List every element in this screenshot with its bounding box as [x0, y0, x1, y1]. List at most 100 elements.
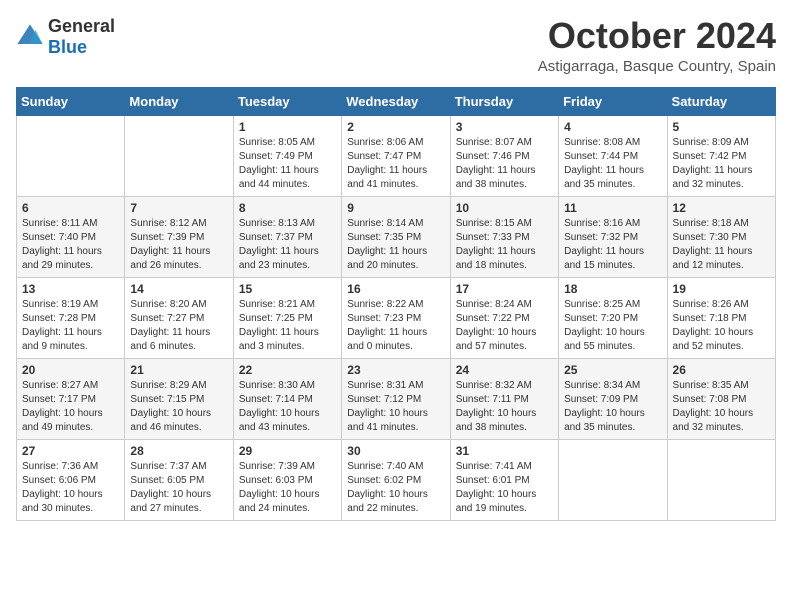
day-info: Sunrise: 8:13 AMSunset: 7:37 PMDaylight:… [239, 217, 336, 273]
day-number: 4 [564, 120, 661, 134]
page-title: October 2024 [538, 16, 776, 56]
calendar-cell: 8 Sunrise: 8:13 AMSunset: 7:37 PMDaylight… [233, 196, 341, 277]
logo-general: General [48, 16, 115, 36]
calendar-cell: 26 Sunrise: 8:35 AMSunset: 7:08 PMDayligh… [667, 358, 775, 439]
day-info: Sunrise: 7:40 AMSunset: 6:02 PMDaylight:… [347, 460, 444, 516]
day-info: Sunrise: 8:05 AMSunset: 7:49 PMDaylight:… [239, 136, 336, 192]
calendar-cell: 28 Sunrise: 7:37 AMSunset: 6:05 PMDayligh… [125, 439, 233, 520]
calendar-cell: 1 Sunrise: 8:05 AMSunset: 7:49 PMDaylight… [233, 115, 341, 196]
day-number: 16 [347, 282, 444, 296]
day-number: 10 [456, 201, 553, 215]
day-number: 12 [673, 201, 770, 215]
calendar-cell: 21Sunrise: 8:29 AMSunset: 7:15 PMDayligh… [125, 358, 233, 439]
calendar-table: SundayMondayTuesdayWednesdayThursdayFrid… [16, 87, 776, 521]
day-info: Sunrise: 8:21 AMSunset: 7:25 PMDaylight:… [239, 298, 336, 354]
day-number: 9 [347, 201, 444, 215]
day-info: Sunrise: 8:09 AMSunset: 7:42 PMDaylight:… [673, 136, 770, 192]
calendar-cell: 7Sunrise: 8:12 AMSunset: 7:39 PMDaylight… [125, 196, 233, 277]
day-info: Sunrise: 8:18 AMSunset: 7:30 PMDaylight:… [673, 217, 770, 273]
calendar-cell: 3 Sunrise: 8:07 AMSunset: 7:46 PMDaylight… [450, 115, 558, 196]
title-block: October 2024 Astigarraga, Basque Country… [538, 16, 776, 75]
day-info: Sunrise: 8:06 AMSunset: 7:47 PMDaylight:… [347, 136, 444, 192]
day-info: Sunrise: 8:08 AMSunset: 7:44 PMDaylight:… [564, 136, 661, 192]
calendar-cell: 29 Sunrise: 7:39 AMSunset: 6:03 PMDayligh… [233, 439, 341, 520]
logo-blue: Blue [48, 37, 87, 57]
logo-text: General Blue [48, 16, 115, 58]
day-number: 31 [456, 444, 553, 458]
day-number: 29 [239, 444, 336, 458]
logo: General Blue [16, 16, 115, 58]
day-info: Sunrise: 8:19 AMSunset: 7:28 PMDaylight:… [22, 298, 119, 354]
day-info: Sunrise: 8:20 AMSunset: 7:27 PMDaylight:… [130, 298, 227, 354]
calendar-week-row: 13 Sunrise: 8:19 AMSunset: 7:28 PMDayligh… [17, 277, 776, 358]
day-info: Sunrise: 8:32 AMSunset: 7:11 PMDaylight:… [456, 379, 553, 435]
day-number: 28 [130, 444, 227, 458]
day-number: 11 [564, 201, 661, 215]
calendar-cell: 22 Sunrise: 8:30 AMSunset: 7:14 PMDayligh… [233, 358, 341, 439]
calendar-cell: 24Sunrise: 8:32 AMSunset: 7:11 PMDayligh… [450, 358, 558, 439]
calendar-cell: 5 Sunrise: 8:09 AMSunset: 7:42 PMDaylight… [667, 115, 775, 196]
calendar-week-row: 1 Sunrise: 8:05 AMSunset: 7:49 PMDaylight… [17, 115, 776, 196]
calendar-cell [125, 115, 233, 196]
calendar-cell: 18Sunrise: 8:25 AMSunset: 7:20 PMDayligh… [559, 277, 667, 358]
calendar-cell: 11Sunrise: 8:16 AMSunset: 7:32 PMDayligh… [559, 196, 667, 277]
calendar-week-row: 27 Sunrise: 7:36 AMSunset: 6:06 PMDayligh… [17, 439, 776, 520]
calendar-cell: 23Sunrise: 8:31 AMSunset: 7:12 PMDayligh… [342, 358, 450, 439]
calendar-cell: 16Sunrise: 8:22 AMSunset: 7:23 PMDayligh… [342, 277, 450, 358]
day-info: Sunrise: 8:07 AMSunset: 7:46 PMDaylight:… [456, 136, 553, 192]
calendar-cell: 31 Sunrise: 7:41 AMSunset: 6:01 PMDayligh… [450, 439, 558, 520]
day-number: 6 [22, 201, 119, 215]
calendar-cell: 6 Sunrise: 8:11 AMSunset: 7:40 PMDaylight… [17, 196, 125, 277]
day-info: Sunrise: 7:39 AMSunset: 6:03 PMDaylight:… [239, 460, 336, 516]
day-number: 18 [564, 282, 661, 296]
day-number: 30 [347, 444, 444, 458]
day-info: Sunrise: 8:30 AMSunset: 7:14 PMDaylight:… [239, 379, 336, 435]
page-header: General Blue October 2024 Astigarraga, B… [16, 16, 776, 75]
day-number: 15 [239, 282, 336, 296]
calendar-cell: 15 Sunrise: 8:21 AMSunset: 7:25 PMDayligh… [233, 277, 341, 358]
calendar-day-header: Friday [559, 87, 667, 115]
day-info: Sunrise: 8:11 AMSunset: 7:40 PMDaylight:… [22, 217, 119, 273]
day-info: Sunrise: 8:35 AMSunset: 7:08 PMDaylight:… [673, 379, 770, 435]
day-number: 20 [22, 363, 119, 377]
calendar-cell: 14Sunrise: 8:20 AMSunset: 7:27 PMDayligh… [125, 277, 233, 358]
day-number: 1 [239, 120, 336, 134]
day-number: 27 [22, 444, 119, 458]
day-info: Sunrise: 8:14 AMSunset: 7:35 PMDaylight:… [347, 217, 444, 273]
day-number: 25 [564, 363, 661, 377]
day-info: Sunrise: 7:41 AMSunset: 6:01 PMDaylight:… [456, 460, 553, 516]
calendar-cell: 2Sunrise: 8:06 AMSunset: 7:47 PMDaylight… [342, 115, 450, 196]
day-number: 3 [456, 120, 553, 134]
calendar-week-row: 20Sunrise: 8:27 AMSunset: 7:17 PMDayligh… [17, 358, 776, 439]
day-info: Sunrise: 8:15 AMSunset: 7:33 PMDaylight:… [456, 217, 553, 273]
day-number: 5 [673, 120, 770, 134]
day-number: 22 [239, 363, 336, 377]
day-info: Sunrise: 7:37 AMSunset: 6:05 PMDaylight:… [130, 460, 227, 516]
day-number: 13 [22, 282, 119, 296]
calendar-day-header: Tuesday [233, 87, 341, 115]
day-number: 23 [347, 363, 444, 377]
day-number: 21 [130, 363, 227, 377]
calendar-cell: 9 Sunrise: 8:14 AMSunset: 7:35 PMDaylight… [342, 196, 450, 277]
calendar-body: 1 Sunrise: 8:05 AMSunset: 7:49 PMDaylight… [17, 115, 776, 520]
calendar-day-header: Sunday [17, 87, 125, 115]
logo-icon [16, 23, 44, 51]
day-number: 26 [673, 363, 770, 377]
day-info: Sunrise: 8:26 AMSunset: 7:18 PMDaylight:… [673, 298, 770, 354]
calendar-cell: 4 Sunrise: 8:08 AMSunset: 7:44 PMDaylight… [559, 115, 667, 196]
calendar-cell: 13 Sunrise: 8:19 AMSunset: 7:28 PMDayligh… [17, 277, 125, 358]
calendar-cell [667, 439, 775, 520]
calendar-day-header: Saturday [667, 87, 775, 115]
calendar-header-row: SundayMondayTuesdayWednesdayThursdayFrid… [17, 87, 776, 115]
calendar-cell [17, 115, 125, 196]
page-subtitle: Astigarraga, Basque Country, Spain [538, 58, 776, 75]
calendar-header: SundayMondayTuesdayWednesdayThursdayFrid… [17, 87, 776, 115]
calendar-cell: 19Sunrise: 8:26 AMSunset: 7:18 PMDayligh… [667, 277, 775, 358]
calendar-day-header: Monday [125, 87, 233, 115]
calendar-cell: 27 Sunrise: 7:36 AMSunset: 6:06 PMDayligh… [17, 439, 125, 520]
calendar-day-header: Wednesday [342, 87, 450, 115]
day-info: Sunrise: 7:36 AMSunset: 6:06 PMDaylight:… [22, 460, 119, 516]
calendar-day-header: Thursday [450, 87, 558, 115]
day-info: Sunrise: 8:34 AMSunset: 7:09 PMDaylight:… [564, 379, 661, 435]
day-number: 8 [239, 201, 336, 215]
